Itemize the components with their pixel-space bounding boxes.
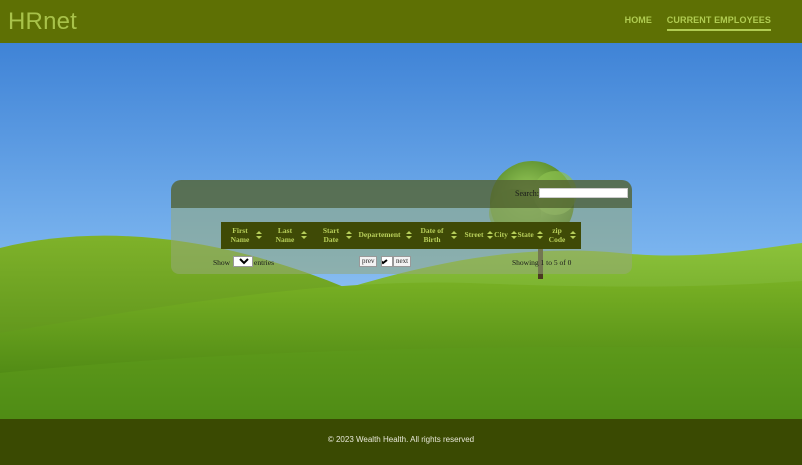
showing-entries-info: Showing 1 to 5 of 0 (512, 258, 572, 267)
page-number-select[interactable] (381, 256, 393, 267)
sort-icon (537, 231, 543, 240)
next-page-button[interactable]: next (393, 256, 412, 267)
sort-icon (406, 231, 412, 240)
table-header-row: First Name Last Name Start Date Departem… (221, 222, 581, 249)
nav-home-link[interactable]: HOME (625, 15, 652, 25)
column-header-zip-code[interactable]: zip Code (547, 222, 579, 249)
column-header-date-of-birth[interactable]: Date of Birth (416, 222, 458, 249)
sort-icon (301, 231, 307, 240)
column-header-street[interactable]: Street (464, 222, 494, 249)
search-label: Search: (515, 189, 539, 198)
show-entries-suffix: entries (254, 258, 274, 267)
show-entries-prefix: Show (213, 258, 231, 267)
copyright-text: © 2023 Wealth Health. All rights reserve… (327, 435, 475, 444)
top-navbar: HRnet HOME CURRENT EMPLOYEES (0, 0, 802, 43)
search-input[interactable] (539, 188, 628, 198)
sort-icon (256, 231, 262, 240)
sort-icon (487, 231, 493, 240)
prev-page-button[interactable]: prev (359, 256, 378, 267)
nav-current-employees-link[interactable]: CURRENT EMPLOYEES (666, 15, 771, 31)
sort-icon (451, 231, 457, 240)
column-header-state[interactable]: State (517, 222, 543, 249)
column-header-first-name[interactable]: First Name (227, 222, 267, 249)
column-header-city[interactable]: City (494, 222, 517, 249)
column-header-last-name[interactable]: Last Name (272, 222, 314, 249)
sort-icon (346, 231, 352, 240)
sort-icon (570, 231, 576, 240)
page-footer: © 2023 Wealth Health. All rights reserve… (0, 419, 802, 465)
column-header-start-date[interactable]: Start Date (319, 222, 355, 249)
brand-logo[interactable]: HRnet (8, 8, 77, 36)
page-size-select[interactable]: 5 (233, 256, 253, 267)
table-toolbar: Search: (171, 180, 632, 208)
column-header-departement[interactable]: Departement (356, 222, 412, 249)
employees-table-panel: Search: First Name Last Name Start Date … (171, 180, 632, 274)
